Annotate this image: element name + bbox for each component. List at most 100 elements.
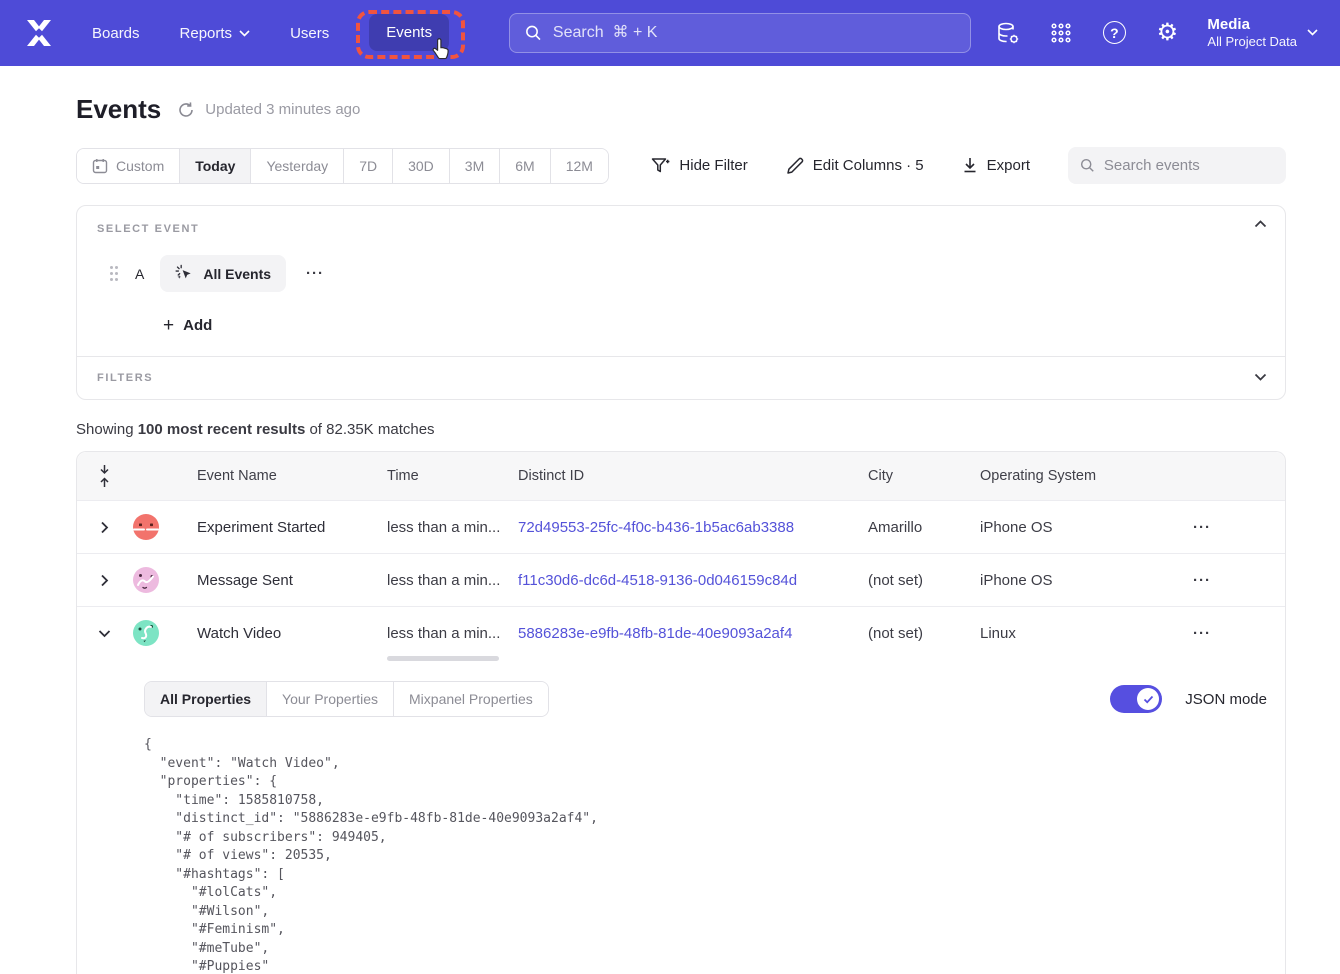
date-option-30d[interactable]: 30D	[393, 149, 450, 183]
column-header-time[interactable]: Time	[387, 468, 518, 484]
cell-event-name: Experiment Started	[182, 519, 387, 536]
date-range-control: Custom Today Yesterday 7D 30D 3M 6M 12M	[76, 148, 609, 184]
mixpanel-logo-icon[interactable]	[22, 17, 56, 49]
cell-time: less than a min...	[387, 625, 518, 642]
add-event-button[interactable]: Add	[163, 316, 212, 335]
project-scope: All Project Data	[1207, 34, 1297, 51]
chevron-down-icon	[1307, 29, 1318, 36]
help-icon[interactable]	[1101, 20, 1127, 46]
column-header-distinct-id[interactable]: Distinct ID	[518, 468, 868, 484]
date-option-custom[interactable]: Custom	[77, 149, 180, 183]
updated-text: Updated 3 minutes ago	[205, 101, 360, 118]
event-pill-label: All Events	[203, 266, 271, 282]
row-expand-chevron-right-icon[interactable]	[100, 521, 109, 534]
global-search[interactable]	[509, 13, 971, 53]
select-event-section: SELECT EVENT A All Events	[77, 206, 1285, 356]
event-avatar-icon	[132, 513, 160, 541]
date-option-7d[interactable]: 7D	[344, 149, 393, 183]
event-row-letter: A	[135, 266, 144, 282]
nav-item-boards[interactable]: Boards	[92, 25, 140, 42]
column-header-city[interactable]: City	[868, 468, 980, 484]
project-name: Media	[1207, 15, 1297, 35]
project-text: Media All Project Data	[1207, 15, 1297, 51]
export-button[interactable]: Export	[962, 157, 1030, 174]
search-icon	[1080, 157, 1095, 174]
cell-event-name: Message Sent	[182, 572, 387, 589]
global-search-input[interactable]	[553, 24, 955, 42]
collapse-chevron-up-icon[interactable]	[1254, 220, 1267, 228]
row-menu-icon[interactable]	[1187, 625, 1217, 642]
filters-section[interactable]: FILTERS	[77, 356, 1285, 399]
cell-distinct-id-link[interactable]: f11c30d6-dc6d-4518-9136-0d046159c84d	[518, 572, 868, 589]
apps-grid-icon[interactable]	[1048, 20, 1074, 46]
search-events-input[interactable]	[1104, 157, 1274, 174]
chevron-down-icon	[239, 30, 250, 37]
plus-icon	[163, 316, 174, 335]
data-management-icon[interactable]	[995, 20, 1021, 46]
row-collapse-chevron-down-icon[interactable]	[98, 629, 111, 638]
tab-mixpanel-properties[interactable]: Mixpanel Properties	[394, 682, 548, 716]
cell-distinct-id-link[interactable]: 72d49553-25fc-4f0c-b436-1b5ac6ab3388	[518, 519, 868, 536]
results-summary: Showing 100 most recent results of 82.35…	[76, 421, 1286, 438]
query-builder-card: SELECT EVENT A All Events	[76, 205, 1286, 400]
main-content: Events Updated 3 minutes ago	[0, 94, 1340, 974]
column-header-os[interactable]: Operating System	[980, 468, 1162, 484]
nav-item-reports-label: Reports	[180, 25, 233, 42]
nav-item-events-wrap: Events	[369, 24, 449, 42]
edit-columns-button[interactable]: Edit Columns · 5	[786, 157, 924, 175]
table-row[interactable]: Experiment Started less than a min... 72…	[77, 500, 1285, 553]
pencil-icon	[786, 157, 804, 175]
events-table: Event Name Time Distinct ID City Operati…	[76, 451, 1286, 974]
column-resize-sort-icon[interactable]	[98, 464, 111, 488]
tab-your-properties[interactable]: Your Properties	[267, 682, 394, 716]
download-icon	[962, 157, 978, 174]
hide-filter-button[interactable]: Hide Filter	[651, 157, 747, 175]
cell-city: Amarillo	[868, 519, 980, 536]
expand-chevron-down-icon[interactable]	[1254, 373, 1267, 381]
export-label: Export	[987, 157, 1030, 174]
search-events-box[interactable]	[1068, 147, 1286, 184]
date-option-12m[interactable]: 12M	[551, 149, 608, 183]
nav-item-users[interactable]: Users	[290, 25, 329, 42]
date-option-3m[interactable]: 3M	[450, 149, 500, 183]
row-expand-chevron-right-icon[interactable]	[100, 574, 109, 587]
page-title: Events	[76, 94, 161, 125]
horizontal-scrollbar-thumb[interactable]	[387, 656, 499, 661]
cell-event-name: Watch Video	[182, 625, 387, 642]
event-avatar-icon	[132, 619, 160, 647]
filter-funnel-icon	[651, 157, 670, 175]
top-nav: Boards Reports Users Events	[0, 0, 1340, 66]
date-option-label: Custom	[116, 158, 164, 174]
column-header-event-name[interactable]: Event Name	[182, 468, 387, 484]
add-label: Add	[183, 317, 212, 334]
drag-handle-icon[interactable]	[110, 266, 113, 269]
event-row-menu-icon[interactable]	[300, 265, 330, 282]
event-selector-pill[interactable]: All Events	[160, 255, 286, 292]
json-mode-toggle[interactable]	[1110, 685, 1162, 713]
cell-distinct-id-link[interactable]: 5886283e-e9fb-48fb-81de-40e9093a2af4	[518, 625, 868, 642]
mouse-cursor-hand-icon	[431, 37, 453, 61]
properties-tabs: All Properties Your Properties Mixpanel …	[144, 681, 549, 717]
nav-item-reports[interactable]: Reports	[180, 25, 251, 42]
filters-label: FILTERS	[97, 372, 1265, 384]
row-menu-icon[interactable]	[1187, 572, 1217, 589]
row-menu-icon[interactable]	[1187, 519, 1217, 536]
edit-columns-label: Edit Columns · 5	[813, 157, 924, 174]
results-suffix: of 82.35K matches	[305, 421, 434, 438]
event-detail-panel: All Properties Your Properties Mixpanel …	[77, 659, 1285, 974]
search-icon	[525, 24, 542, 42]
date-option-yesterday[interactable]: Yesterday	[251, 149, 344, 183]
table-row-expanded[interactable]: Watch Video less than a min... 5886283e-…	[77, 606, 1285, 659]
date-option-6m[interactable]: 6M	[500, 149, 550, 183]
tab-all-properties[interactable]: All Properties	[145, 682, 267, 716]
calendar-icon	[92, 158, 108, 174]
table-header-row: Event Name Time Distinct ID City Operati…	[77, 452, 1285, 500]
refresh-icon[interactable]	[177, 101, 195, 119]
cell-os: Linux	[980, 625, 1162, 642]
table-row[interactable]: Message Sent less than a min... f11c30d6…	[77, 553, 1285, 606]
json-mode-label: JSON mode	[1185, 691, 1267, 708]
date-option-today[interactable]: Today	[180, 149, 251, 183]
project-switcher[interactable]: Media All Project Data	[1207, 15, 1318, 51]
settings-gear-icon[interactable]	[1154, 20, 1180, 46]
magic-cursor-icon	[175, 264, 194, 283]
